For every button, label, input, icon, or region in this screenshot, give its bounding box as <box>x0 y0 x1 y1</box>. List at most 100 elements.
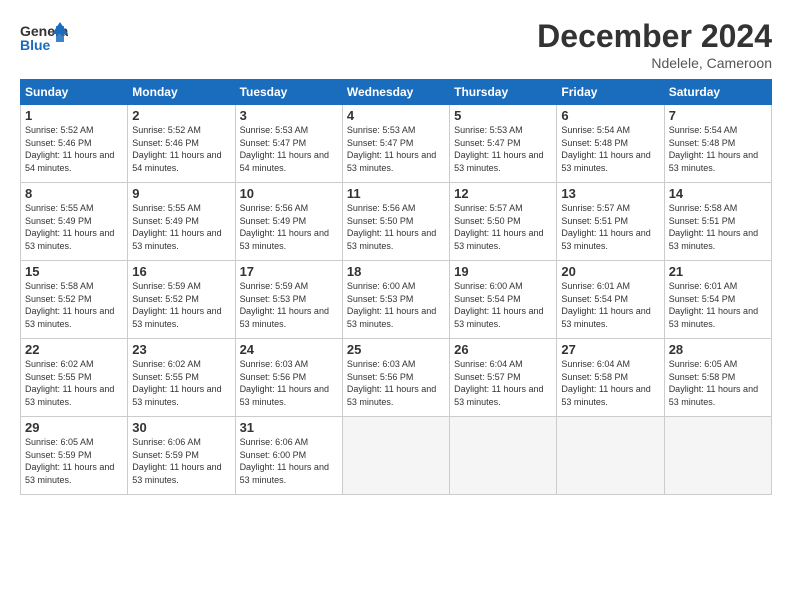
day-info: Sunrise: 5:52 AMSunset: 5:46 PMDaylight:… <box>25 124 123 174</box>
col-thursday: Thursday <box>450 80 557 105</box>
col-friday: Friday <box>557 80 664 105</box>
calendar-cell: 30Sunrise: 6:06 AMSunset: 5:59 PMDayligh… <box>128 417 235 495</box>
calendar-cell: 15Sunrise: 5:58 AMSunset: 5:52 PMDayligh… <box>21 261 128 339</box>
day-number: 8 <box>25 186 123 201</box>
calendar-subtitle: Ndelele, Cameroon <box>537 55 772 71</box>
calendar-cell: 23Sunrise: 6:02 AMSunset: 5:55 PMDayligh… <box>128 339 235 417</box>
day-number: 10 <box>240 186 338 201</box>
calendar-cell: 14Sunrise: 5:58 AMSunset: 5:51 PMDayligh… <box>664 183 771 261</box>
day-info: Sunrise: 6:01 AMSunset: 5:54 PMDaylight:… <box>561 280 659 330</box>
col-sunday: Sunday <box>21 80 128 105</box>
day-number: 23 <box>132 342 230 357</box>
day-info: Sunrise: 5:53 AMSunset: 5:47 PMDaylight:… <box>347 124 445 174</box>
day-number: 7 <box>669 108 767 123</box>
calendar-cell: 18Sunrise: 6:00 AMSunset: 5:53 PMDayligh… <box>342 261 449 339</box>
day-info: Sunrise: 5:56 AMSunset: 5:49 PMDaylight:… <box>240 202 338 252</box>
day-number: 31 <box>240 420 338 435</box>
day-info: Sunrise: 5:59 AMSunset: 5:53 PMDaylight:… <box>240 280 338 330</box>
calendar-cell <box>342 417 449 495</box>
calendar-cell: 1Sunrise: 5:52 AMSunset: 5:46 PMDaylight… <box>21 105 128 183</box>
day-number: 6 <box>561 108 659 123</box>
calendar-week-row: 1Sunrise: 5:52 AMSunset: 5:46 PMDaylight… <box>21 105 772 183</box>
col-saturday: Saturday <box>664 80 771 105</box>
day-number: 5 <box>454 108 552 123</box>
day-info: Sunrise: 6:01 AMSunset: 5:54 PMDaylight:… <box>669 280 767 330</box>
day-number: 26 <box>454 342 552 357</box>
day-info: Sunrise: 5:58 AMSunset: 5:51 PMDaylight:… <box>669 202 767 252</box>
day-number: 28 <box>669 342 767 357</box>
day-number: 3 <box>240 108 338 123</box>
day-info: Sunrise: 5:59 AMSunset: 5:52 PMDaylight:… <box>132 280 230 330</box>
day-number: 17 <box>240 264 338 279</box>
calendar-cell: 17Sunrise: 5:59 AMSunset: 5:53 PMDayligh… <box>235 261 342 339</box>
calendar-cell: 10Sunrise: 5:56 AMSunset: 5:49 PMDayligh… <box>235 183 342 261</box>
calendar-header-row: Sunday Monday Tuesday Wednesday Thursday… <box>21 80 772 105</box>
day-info: Sunrise: 5:55 AMSunset: 5:49 PMDaylight:… <box>25 202 123 252</box>
calendar-cell: 5Sunrise: 5:53 AMSunset: 5:47 PMDaylight… <box>450 105 557 183</box>
day-number: 4 <box>347 108 445 123</box>
day-info: Sunrise: 6:06 AMSunset: 6:00 PMDaylight:… <box>240 436 338 486</box>
header: General Blue December 2024 Ndelele, Came… <box>20 18 772 71</box>
day-number: 11 <box>347 186 445 201</box>
day-number: 12 <box>454 186 552 201</box>
day-info: Sunrise: 5:53 AMSunset: 5:47 PMDaylight:… <box>454 124 552 174</box>
day-info: Sunrise: 5:56 AMSunset: 5:50 PMDaylight:… <box>347 202 445 252</box>
col-tuesday: Tuesday <box>235 80 342 105</box>
day-info: Sunrise: 5:54 AMSunset: 5:48 PMDaylight:… <box>669 124 767 174</box>
day-number: 30 <box>132 420 230 435</box>
day-info: Sunrise: 6:00 AMSunset: 5:54 PMDaylight:… <box>454 280 552 330</box>
calendar-table: Sunday Monday Tuesday Wednesday Thursday… <box>20 79 772 495</box>
calendar-cell: 6Sunrise: 5:54 AMSunset: 5:48 PMDaylight… <box>557 105 664 183</box>
day-number: 24 <box>240 342 338 357</box>
title-block: December 2024 Ndelele, Cameroon <box>537 18 772 71</box>
calendar-cell: 26Sunrise: 6:04 AMSunset: 5:57 PMDayligh… <box>450 339 557 417</box>
day-info: Sunrise: 5:53 AMSunset: 5:47 PMDaylight:… <box>240 124 338 174</box>
svg-text:Blue: Blue <box>20 37 51 53</box>
day-number: 14 <box>669 186 767 201</box>
day-number: 16 <box>132 264 230 279</box>
day-info: Sunrise: 6:02 AMSunset: 5:55 PMDaylight:… <box>132 358 230 408</box>
day-number: 20 <box>561 264 659 279</box>
calendar-cell: 8Sunrise: 5:55 AMSunset: 5:49 PMDaylight… <box>21 183 128 261</box>
calendar-cell: 13Sunrise: 5:57 AMSunset: 5:51 PMDayligh… <box>557 183 664 261</box>
calendar-cell: 7Sunrise: 5:54 AMSunset: 5:48 PMDaylight… <box>664 105 771 183</box>
calendar-cell: 28Sunrise: 6:05 AMSunset: 5:58 PMDayligh… <box>664 339 771 417</box>
day-info: Sunrise: 6:03 AMSunset: 5:56 PMDaylight:… <box>240 358 338 408</box>
calendar-cell: 21Sunrise: 6:01 AMSunset: 5:54 PMDayligh… <box>664 261 771 339</box>
day-info: Sunrise: 6:04 AMSunset: 5:58 PMDaylight:… <box>561 358 659 408</box>
col-wednesday: Wednesday <box>342 80 449 105</box>
day-info: Sunrise: 6:00 AMSunset: 5:53 PMDaylight:… <box>347 280 445 330</box>
calendar-cell: 31Sunrise: 6:06 AMSunset: 6:00 PMDayligh… <box>235 417 342 495</box>
calendar-cell: 9Sunrise: 5:55 AMSunset: 5:49 PMDaylight… <box>128 183 235 261</box>
day-info: Sunrise: 6:02 AMSunset: 5:55 PMDaylight:… <box>25 358 123 408</box>
calendar-cell <box>450 417 557 495</box>
day-info: Sunrise: 5:57 AMSunset: 5:51 PMDaylight:… <box>561 202 659 252</box>
day-number: 27 <box>561 342 659 357</box>
day-info: Sunrise: 5:54 AMSunset: 5:48 PMDaylight:… <box>561 124 659 174</box>
day-info: Sunrise: 5:55 AMSunset: 5:49 PMDaylight:… <box>132 202 230 252</box>
day-number: 9 <box>132 186 230 201</box>
calendar-cell: 2Sunrise: 5:52 AMSunset: 5:46 PMDaylight… <box>128 105 235 183</box>
calendar-cell: 11Sunrise: 5:56 AMSunset: 5:50 PMDayligh… <box>342 183 449 261</box>
calendar-title: December 2024 <box>537 18 772 55</box>
calendar-cell: 3Sunrise: 5:53 AMSunset: 5:47 PMDaylight… <box>235 105 342 183</box>
calendar-cell: 16Sunrise: 5:59 AMSunset: 5:52 PMDayligh… <box>128 261 235 339</box>
logo-icon: General Blue <box>20 18 68 56</box>
day-info: Sunrise: 5:52 AMSunset: 5:46 PMDaylight:… <box>132 124 230 174</box>
calendar-week-row: 15Sunrise: 5:58 AMSunset: 5:52 PMDayligh… <box>21 261 772 339</box>
day-info: Sunrise: 6:05 AMSunset: 5:58 PMDaylight:… <box>669 358 767 408</box>
calendar-cell: 12Sunrise: 5:57 AMSunset: 5:50 PMDayligh… <box>450 183 557 261</box>
calendar-cell: 22Sunrise: 6:02 AMSunset: 5:55 PMDayligh… <box>21 339 128 417</box>
calendar-cell <box>664 417 771 495</box>
calendar-page: General Blue December 2024 Ndelele, Came… <box>0 0 792 612</box>
day-info: Sunrise: 6:04 AMSunset: 5:57 PMDaylight:… <box>454 358 552 408</box>
day-number: 25 <box>347 342 445 357</box>
day-number: 22 <box>25 342 123 357</box>
day-number: 19 <box>454 264 552 279</box>
day-number: 1 <box>25 108 123 123</box>
calendar-cell: 25Sunrise: 6:03 AMSunset: 5:56 PMDayligh… <box>342 339 449 417</box>
calendar-cell: 24Sunrise: 6:03 AMSunset: 5:56 PMDayligh… <box>235 339 342 417</box>
calendar-cell: 27Sunrise: 6:04 AMSunset: 5:58 PMDayligh… <box>557 339 664 417</box>
day-number: 15 <box>25 264 123 279</box>
day-number: 18 <box>347 264 445 279</box>
